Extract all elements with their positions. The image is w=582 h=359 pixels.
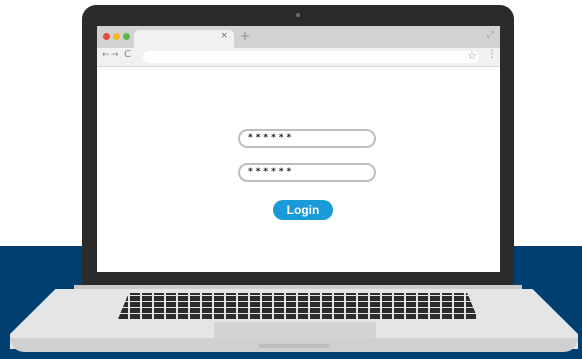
- laptop-notch: [258, 344, 330, 348]
- browser-menu-icon[interactable]: ⋮: [487, 49, 497, 60]
- trackpad: [214, 322, 376, 338]
- fullscreen-icon[interactable]: ⤢: [487, 30, 494, 40]
- tab-active[interactable]: ×: [134, 30, 234, 48]
- tab-bar: × + ⤢: [97, 26, 500, 48]
- browser-window: × + ⤢ ← → C ☆ ⋮ ****** ****** Login: [97, 26, 500, 272]
- back-icon[interactable]: ←: [102, 50, 110, 60]
- login-button[interactable]: Login: [273, 200, 333, 220]
- close-window-button[interactable]: [103, 33, 110, 40]
- forward-icon[interactable]: →: [111, 50, 119, 60]
- address-bar[interactable]: [143, 51, 479, 63]
- new-tab-icon[interactable]: +: [240, 29, 250, 43]
- browser-toolbar: ← → C ☆ ⋮: [97, 48, 500, 67]
- close-tab-icon[interactable]: ×: [220, 31, 228, 41]
- keyboard: [118, 293, 478, 319]
- password-field-2[interactable]: ******: [238, 163, 376, 182]
- laptop-lid: × + ⤢ ← → C ☆ ⋮ ****** ****** Login: [82, 5, 514, 287]
- bookmark-star-icon[interactable]: ☆: [467, 49, 477, 62]
- camera-icon: [296, 13, 300, 17]
- maximize-window-button[interactable]: [123, 33, 130, 40]
- password-field-1[interactable]: ******: [238, 129, 376, 148]
- minimize-window-button[interactable]: [113, 33, 120, 40]
- reload-icon[interactable]: C: [124, 49, 131, 60]
